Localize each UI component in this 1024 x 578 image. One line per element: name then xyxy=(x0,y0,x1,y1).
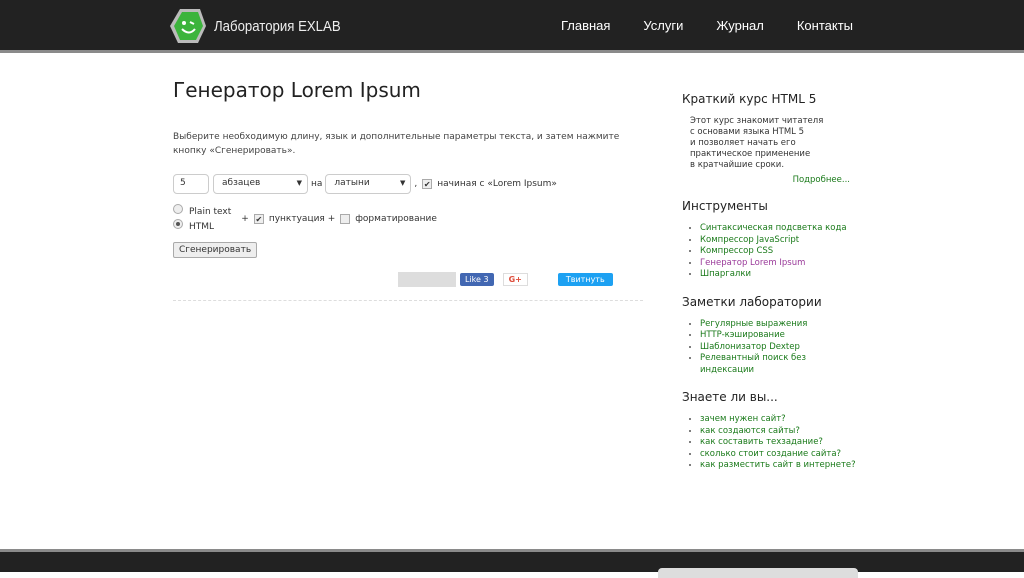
more-link[interactable]: Подробнее... xyxy=(682,175,850,185)
nav-journal[interactable]: Журнал xyxy=(716,18,763,33)
share-bar: Like 3 G+ Твитнуть xyxy=(398,272,613,287)
footer-box xyxy=(658,568,858,578)
tool-link[interactable]: Компрессор CSS xyxy=(700,246,773,256)
note-link[interactable]: Шаблонизатор Dextep xyxy=(700,342,800,352)
know-link[interactable]: как создаются сайты? xyxy=(700,426,800,436)
radio-plain-label: Plain text xyxy=(189,207,232,217)
language-select[interactable]: латыни ▼ xyxy=(325,174,412,194)
tools-title: Инструменты xyxy=(682,199,768,213)
nav-home[interactable]: Главная xyxy=(561,18,610,33)
header: Лаборатория EXLAB Главная Услуги Журнал … xyxy=(0,0,1024,53)
tool-link[interactable]: Шпаргалки xyxy=(700,269,751,279)
footer xyxy=(0,549,1024,578)
note-link[interactable]: HTTP-кэширование xyxy=(700,330,785,340)
nav-services[interactable]: Услуги xyxy=(643,18,683,33)
logo-text: Лаборатория EXLAB xyxy=(214,17,341,35)
unit-select[interactable]: абзацев ▼ xyxy=(213,174,308,194)
know-link[interactable]: сколько стоит создание сайта? xyxy=(700,449,841,459)
tweet-button[interactable]: Твитнуть xyxy=(557,273,613,286)
page-title: Генератор Lorem Ipsum xyxy=(173,78,421,102)
sidebar: Краткий курс HTML 5 Этот курс знакомит ч… xyxy=(682,92,862,486)
course-description: Этот курс знакомит читателя с основами яз… xyxy=(690,116,824,170)
tool-link[interactable]: Синтаксическая подсветка кода xyxy=(700,223,847,233)
course-title: Краткий курс HTML 5 xyxy=(682,92,817,106)
punctuation-label: пунктуация + xyxy=(268,214,336,224)
formatting-checkbox[interactable] xyxy=(340,214,351,224)
share-placeholder xyxy=(398,272,456,287)
note-link[interactable]: Регулярные выражения xyxy=(700,319,807,329)
on-label: на xyxy=(311,179,323,189)
nav-contacts[interactable]: Контакты xyxy=(797,18,853,33)
plus-sign: + xyxy=(241,214,249,224)
dropdown-arrow-icon: ▼ xyxy=(296,179,302,187)
logo-icon xyxy=(170,9,206,43)
facebook-like-button[interactable]: Like 3 xyxy=(460,273,494,286)
main-content: Генератор Lorem Ipsum Выберите необходим… xyxy=(173,78,643,258)
dropdown-arrow-icon: ▼ xyxy=(400,179,406,187)
note-link[interactable]: Релевантный поиск без индексации xyxy=(700,353,806,375)
lorem-start-label: начиная с «Lorem Ipsum» xyxy=(437,179,557,189)
know-link[interactable]: как составить техзадание? xyxy=(700,437,823,447)
notes-title: Заметки лаборатории xyxy=(682,294,822,309)
know-link[interactable]: как разместить сайт в интернете? xyxy=(700,460,856,470)
tool-link-visited[interactable]: Генератор Lorem Ipsum xyxy=(700,258,805,268)
unit-select-value: абзацев xyxy=(222,178,261,188)
count-input[interactable]: 5 xyxy=(173,174,209,194)
divider xyxy=(173,300,643,301)
know-link[interactable]: зачем нужен сайт? xyxy=(700,414,786,424)
formatting-label: форматирование xyxy=(355,214,437,224)
logo[interactable]: Лаборатория EXLAB xyxy=(170,7,358,45)
language-select-value: латыни xyxy=(334,178,370,188)
tool-link[interactable]: Компрессор JavaScript xyxy=(700,235,799,245)
lorem-start-checkbox[interactable]: ✔ xyxy=(422,179,433,189)
radio-plain-text[interactable]: Plain text xyxy=(173,204,231,219)
radio-html[interactable]: HTML xyxy=(173,219,231,234)
google-plus-button[interactable]: G+ xyxy=(502,273,528,286)
know-title: Знаете ли вы... xyxy=(682,390,778,404)
main-nav: Главная Услуги Журнал Контакты xyxy=(561,18,853,33)
generate-button[interactable]: Сгенерировать xyxy=(173,242,258,258)
comma: , xyxy=(414,179,418,189)
radio-html-label: HTML xyxy=(189,222,215,232)
intro-text: Выберите необходимую длину, язык и допол… xyxy=(173,132,620,156)
punctuation-checkbox[interactable]: ✔ xyxy=(253,214,264,224)
